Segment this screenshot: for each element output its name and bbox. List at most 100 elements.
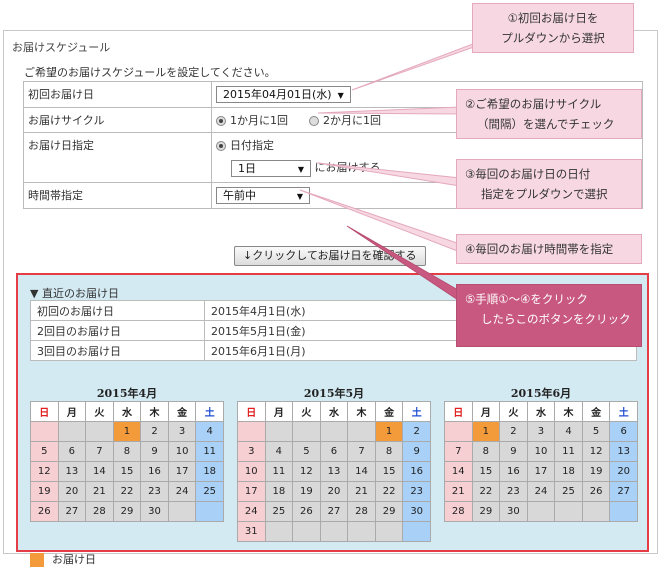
- calendar-week: 24 25 26 27 28 29 30: [237, 501, 431, 522]
- calendar-day: 30: [402, 501, 431, 522]
- calendar-day-delivery: 1: [374, 421, 404, 442]
- calendar-day: 29: [112, 501, 142, 522]
- calendar-week: 26 27 28 29 30: [30, 501, 224, 522]
- callout-step-1: ①初回お届け日を プルダウンから選択: [472, 3, 634, 53]
- calendar-day: 13: [319, 461, 349, 482]
- calendar-week: 19 20 21 22 23 24 25: [30, 481, 224, 502]
- calendar-day: 19: [292, 481, 321, 502]
- calendar-day: 27: [609, 481, 638, 502]
- weekday-header: 日月火水木金土: [444, 401, 638, 422]
- calendar-day: 5: [292, 441, 321, 462]
- calendar-day: 15: [112, 461, 142, 482]
- weekday-label: 金: [374, 401, 404, 422]
- calendar-day: 11: [554, 441, 583, 462]
- calendar-day-empty: [374, 521, 404, 542]
- calendar-day: 17: [167, 461, 197, 482]
- calendar-day: 26: [30, 501, 59, 522]
- calendar-day: 9: [499, 441, 528, 462]
- calendar-day-empty: [85, 421, 114, 442]
- calendar-day: 28: [347, 501, 376, 522]
- calendar-day: 10: [526, 441, 556, 462]
- calendar-day: 25: [264, 501, 294, 522]
- calendar-day: 29: [374, 501, 404, 522]
- first-date-label: 初回お届け日: [23, 81, 212, 108]
- calendar-day: 12: [292, 461, 321, 482]
- calendar-day: 4: [195, 421, 224, 442]
- calendar-day: 28: [444, 501, 473, 522]
- calendar-week: 14 15 16 17 18 19 20: [444, 461, 638, 482]
- calendar-day: 22: [374, 481, 404, 502]
- calendar-day: 8: [374, 441, 404, 462]
- weekday-label: 日: [444, 401, 473, 422]
- calendar-day: 10: [237, 461, 266, 482]
- weekday-header: 日月火水木金土: [237, 401, 431, 422]
- cycle-option-1-label: 1か月に1回: [230, 114, 288, 127]
- calendar-day: 16: [402, 461, 431, 482]
- dayspec-label: お届け日指定: [23, 132, 212, 183]
- calendar-day-empty: [319, 421, 349, 442]
- calendar-day: 18: [195, 461, 224, 482]
- calendar-title: 2015年6月: [510, 387, 572, 400]
- calendar-week: 7 8 9 10 11 12 13: [444, 441, 638, 462]
- calendar-day: 14: [444, 461, 473, 482]
- cycle-radio-2month[interactable]: [309, 116, 319, 126]
- calendar-day-empty: [609, 501, 638, 522]
- calendar-day: 23: [499, 481, 528, 502]
- calendar-day-empty: [292, 521, 321, 542]
- calendar-day: 26: [292, 501, 321, 522]
- calendar-day: 24: [167, 481, 197, 502]
- dayspec-option-label: 日付指定: [230, 139, 274, 152]
- calendar-day: 30: [140, 501, 169, 522]
- cycle-radio-1month[interactable]: [216, 116, 226, 126]
- calendar-day: 22: [112, 481, 142, 502]
- calendar-day-empty: [237, 421, 266, 442]
- calendar-day: 4: [554, 421, 583, 442]
- weekday-label: 土: [402, 401, 431, 422]
- calendar-day: 9: [402, 441, 431, 462]
- calendar-week: 10 11 12 13 14 15 16: [237, 461, 431, 482]
- weekday-label: 土: [195, 401, 224, 422]
- confirm-dates-button[interactable]: ↓クリックしてお届け日を確認する: [234, 246, 426, 266]
- calendar-day: 7: [444, 441, 473, 462]
- calendar-day: 2: [499, 421, 528, 442]
- calendar-day: 21: [85, 481, 114, 502]
- calendar-day: 5: [30, 441, 59, 462]
- calendar-day-empty: [319, 521, 349, 542]
- first-date-select[interactable]: 2015年04月01日(水) ▼: [216, 86, 351, 103]
- calendar-day: 22: [471, 481, 501, 502]
- weekday-label: 土: [609, 401, 638, 422]
- weekday-label: 火: [499, 401, 528, 422]
- calendar-day: 24: [237, 501, 266, 522]
- calendar-day: 29: [471, 501, 501, 522]
- calendar-week: 1234: [30, 421, 224, 442]
- cycle-option-2-label: 2か月に1回: [323, 114, 381, 127]
- dayspec-radio[interactable]: [216, 141, 226, 151]
- weekday-label: 金: [167, 401, 197, 422]
- calendar-day: 21: [347, 481, 376, 502]
- calendar-week: 21 22 23 24 25 26 27: [444, 481, 638, 502]
- weekday-label: 金: [581, 401, 611, 422]
- time-select[interactable]: 午前中 ▼: [216, 187, 310, 204]
- calendar-week: 31: [237, 521, 431, 542]
- weekday-label: 水: [526, 401, 556, 422]
- calendar-day: 14: [85, 461, 114, 482]
- calendar-day: 20: [57, 481, 87, 502]
- calendar-day: 11: [195, 441, 224, 462]
- weekday-label: 水: [112, 401, 142, 422]
- calendar-title: 2015年4月: [96, 387, 158, 400]
- calendar-june: 2015年6月 日月火水木金土 1 2 3 4 5 6 7 8 9 10 11 12 13 14 15 16 17…: [444, 385, 638, 522]
- calendar-day: 4: [264, 441, 294, 462]
- calendar-day: 20: [609, 461, 638, 482]
- calendar-day: 6: [609, 421, 638, 442]
- calendar-day: 15: [374, 461, 404, 482]
- calendar-day: 2: [140, 421, 169, 442]
- calendar-week: 123456: [444, 421, 638, 442]
- day-select[interactable]: 1日 ▼: [231, 159, 311, 177]
- calendar-day: 24: [526, 481, 556, 502]
- calendar-day-empty: [292, 421, 321, 442]
- intro-text: ご希望のお届けスケジュールを設定してください。: [24, 66, 276, 79]
- calendar-day: 25: [554, 481, 583, 502]
- calendar-day: 12: [581, 441, 611, 462]
- calendar-day-empty: [402, 521, 431, 542]
- chevron-down-icon: ▼: [296, 192, 303, 201]
